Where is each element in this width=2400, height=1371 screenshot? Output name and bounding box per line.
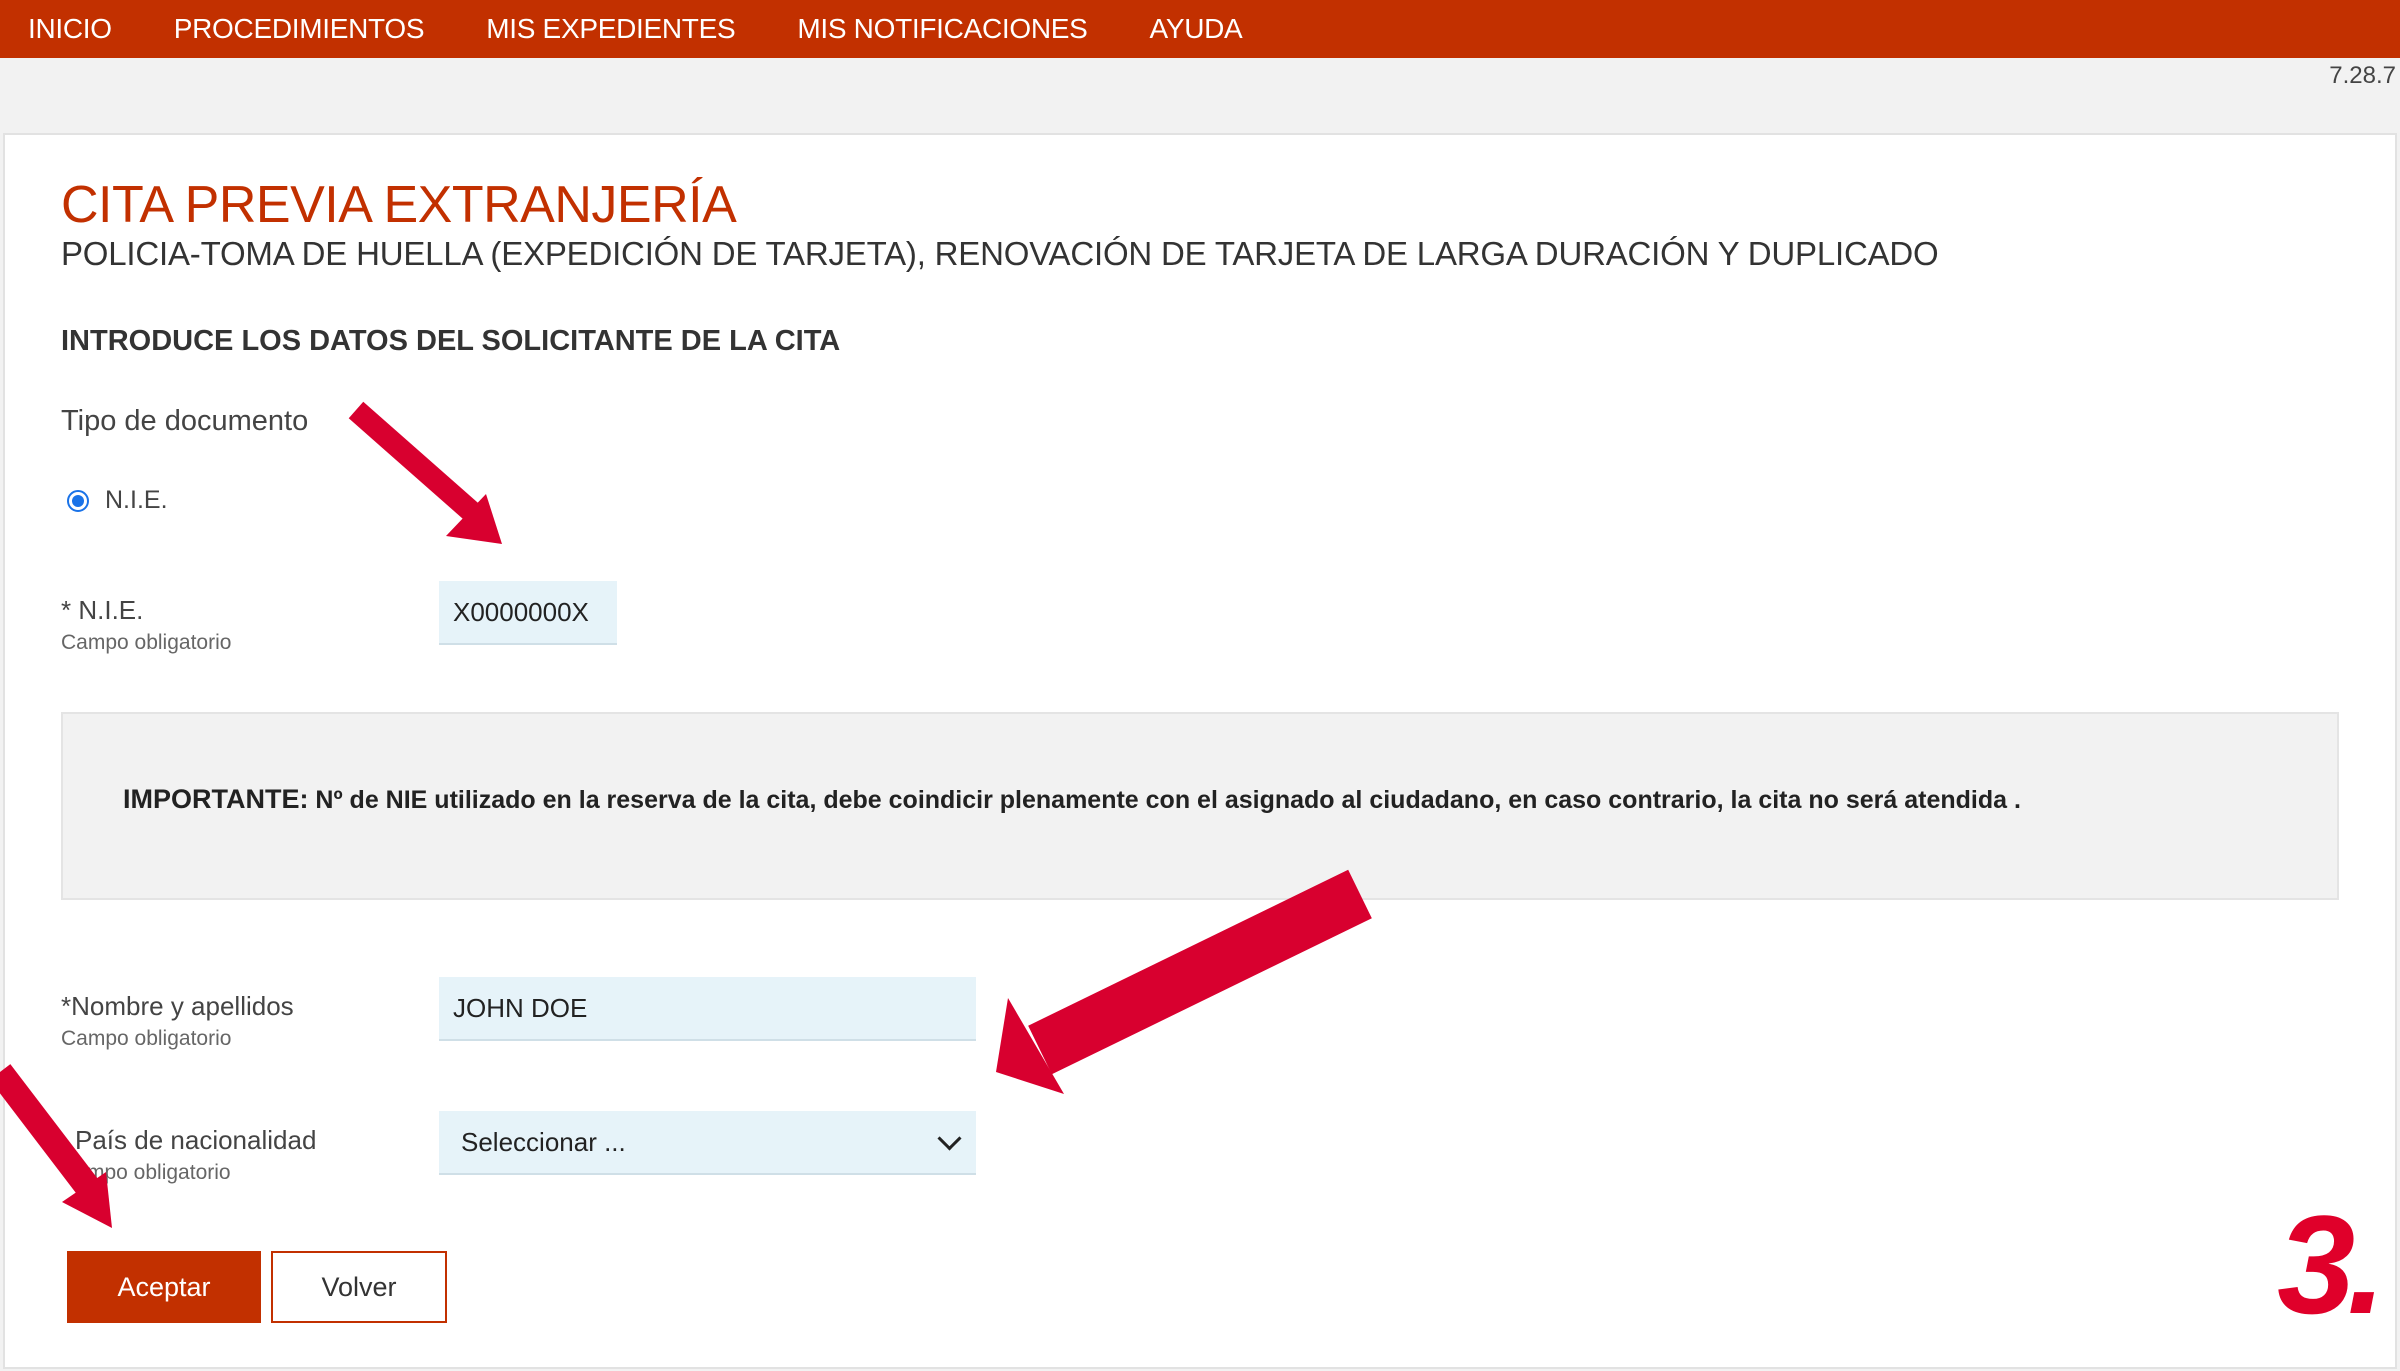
- important-text: IMPORTANTE: Nº de NIE utilizado en la re…: [123, 784, 2021, 815]
- country-select[interactable]: Seleccionar ...: [439, 1111, 976, 1175]
- radio-label-nie: N.I.E.: [105, 486, 168, 514]
- country-label: País de nacionalidad: [75, 1125, 317, 1155]
- page-title: CITA PREVIA EXTRANJERÍA: [61, 176, 737, 234]
- important-body: Nº de NIE utilizado en la reserva de la …: [308, 786, 2021, 814]
- nie-input-value: X0000000X: [453, 596, 589, 627]
- country-select-value: Seleccionar ...: [461, 1126, 626, 1157]
- radio-selected-icon[interactable]: [67, 489, 89, 512]
- nav-ayuda[interactable]: AYUDA: [1150, 13, 1243, 45]
- form-panel: CITA PREVIA EXTRANJERÍA POLICIA-TOMA DE …: [3, 133, 2397, 1369]
- nav-mis-expedientes[interactable]: MIS EXPEDIENTES: [486, 13, 735, 45]
- nie-hint: Campo obligatorio: [61, 631, 232, 654]
- nie-label: * N.I.E.: [61, 595, 144, 625]
- nie-input[interactable]: X0000000X: [439, 581, 617, 645]
- top-nav: INICIO PROCEDIMIENTOS MIS EXPEDIENTES MI…: [0, 0, 2400, 58]
- step-number-label: 3.: [2277, 1186, 2386, 1343]
- important-strong: IMPORTANTE:: [123, 784, 309, 814]
- version-label: 7.28.7: [2329, 62, 2396, 89]
- nav-mis-notificaciones[interactable]: MIS NOTIFICACIONES: [797, 13, 1087, 45]
- chevron-down-icon: [937, 1125, 962, 1151]
- doc-type-label: Tipo de documento: [61, 405, 309, 437]
- name-input-value: JOHN DOE: [453, 992, 588, 1023]
- section-heading: INTRODUCE LOS DATOS DEL SOLICITANTE DE L…: [61, 325, 841, 357]
- name-hint: Campo obligatorio: [61, 1027, 232, 1050]
- country-hint: mpo obligatorio: [87, 1161, 231, 1184]
- back-button[interactable]: Volver: [271, 1251, 447, 1323]
- name-label: *Nombre y apellidos: [61, 991, 294, 1021]
- name-input[interactable]: JOHN DOE: [439, 977, 976, 1041]
- doc-type-radio-nie[interactable]: N.I.E.: [67, 486, 168, 515]
- important-notice: IMPORTANTE: Nº de NIE utilizado en la re…: [61, 712, 2339, 900]
- nav-inicio[interactable]: INICIO: [28, 13, 112, 45]
- accept-button[interactable]: Aceptar: [67, 1251, 261, 1323]
- nav-procedimientos[interactable]: PROCEDIMIENTOS: [174, 13, 425, 45]
- page-subtitle: POLICIA-TOMA DE HUELLA (EXPEDICIÓN DE TA…: [61, 235, 1939, 272]
